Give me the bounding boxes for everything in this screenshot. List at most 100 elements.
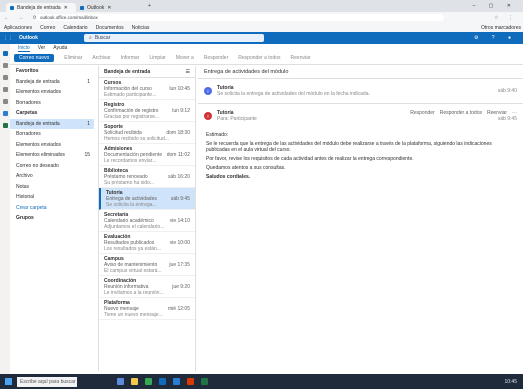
bookmark[interactable]: Documentos (96, 25, 124, 31)
word-icon[interactable] (173, 378, 180, 385)
message-time: lun 9:12 (172, 108, 190, 114)
folder-label: Borradores (16, 131, 41, 138)
delete-button[interactable]: Eliminar (64, 55, 82, 61)
outlook-icon[interactable] (159, 378, 166, 385)
bookmark[interactable]: Calendario (63, 25, 87, 31)
reading-pane: Entrega de actividades del módulo T Tuto… (198, 66, 523, 371)
thread-item-collapsed[interactable]: T Tutoría Se solicita la entrega de acti… (198, 79, 523, 104)
folder-label: Correo no deseado (16, 162, 59, 169)
taskbar-apps (117, 378, 208, 385)
message-item[interactable]: Evaluación Resultados publicados vie 10:00… (99, 232, 195, 254)
app-launcher-icon[interactable]: ⋮⋮ (3, 35, 13, 41)
forward-button[interactable]: Reenviar (291, 55, 311, 61)
folder-item[interactable]: Grupos (10, 213, 94, 224)
report-button[interactable]: Informar (121, 55, 140, 61)
todo-icon[interactable] (2, 99, 8, 104)
message-item-selected[interactable]: Tutoría Entrega de actividades sáb 9:45 Se … (99, 188, 195, 210)
email-time: sáb 9:45 (497, 116, 517, 122)
message-item[interactable]: Soporte Solicitud recibida dom 18:30 Hemos … (99, 122, 195, 144)
filter-icon[interactable]: ☰ (186, 69, 190, 75)
bookmark[interactable]: Correo (40, 25, 55, 31)
browser-tab-inbox[interactable]: Bandeja de entrada ✕ (6, 3, 76, 12)
calendar-icon[interactable] (2, 63, 8, 68)
message-item[interactable]: Cursos Información del curso lun 10:45 Esti… (99, 78, 195, 100)
excel-icon[interactable] (201, 378, 208, 385)
folder-item[interactable]: Elementos eliminados 15 (10, 150, 94, 161)
message-time: lun 10:45 (169, 86, 190, 92)
folder-item[interactable]: Carpetas (10, 108, 94, 119)
taskbar-search-input[interactable]: Escribe aquí para buscar (17, 376, 77, 387)
attach-icon[interactable] (2, 87, 8, 92)
sweep-button[interactable]: Limpiar (149, 55, 165, 61)
new-tab-icon[interactable]: + (148, 3, 151, 9)
create-folder-link[interactable]: Crear carpeta (10, 203, 94, 214)
message-preview: Le invitamos a la reunión... (104, 290, 164, 296)
message-preview: Estimado participante... (104, 92, 157, 98)
folder-item-selected[interactable]: Bandeja de entrada 1 (10, 118, 94, 129)
start-icon[interactable] (5, 378, 12, 385)
message-item[interactable]: Secretaría Calendario académico vie 14:10 A… (99, 210, 195, 232)
message-item[interactable]: Registro Confirmación de registro lun 9:12… (99, 100, 195, 122)
taskview-icon[interactable] (117, 378, 124, 385)
word-icon[interactable] (2, 111, 8, 116)
message-preview: Le recordamos enviar... (104, 158, 157, 164)
outlook-favicon-icon (80, 5, 84, 10)
move-to-button[interactable]: Mover a (176, 55, 194, 61)
browser-menu-icon[interactable]: ☆ ⋮ (494, 15, 517, 21)
new-mail-button[interactable]: Correo nuevo (14, 54, 55, 62)
file-explorer-icon[interactable] (131, 378, 138, 385)
folder-item[interactable]: Elementos enviados (10, 87, 94, 98)
message-time: jue 9:20 (172, 284, 190, 290)
message-item[interactable]: Campus Aviso de mantenimiento jue 17:35 El … (99, 254, 195, 276)
message-preview: Gracias por registrarse... (104, 114, 160, 120)
tab-view[interactable]: Ver (38, 45, 46, 51)
thread-time: sáb 9:40 (497, 88, 517, 94)
message-item[interactable]: Coordinación Reunión informativa jue 9:20 L… (99, 276, 195, 298)
folder-item[interactable]: Notas (10, 182, 94, 193)
address-bar-input[interactable] (36, 14, 444, 21)
browser-tab-bar: Bandeja de entrada ✕ Outlook ✕ + – ▢ ✕ (0, 0, 523, 12)
folder-item[interactable]: Borradores (10, 129, 94, 140)
tab-help[interactable]: Ayuda (53, 45, 67, 51)
folder-header[interactable]: Favoritos (10, 66, 94, 77)
tab-home[interactable]: Inicio (18, 45, 30, 52)
folder-label: Archivo (16, 173, 33, 180)
message-item[interactable]: Admisiones Documentación pendiente dom 11:… (99, 144, 195, 166)
bookmark[interactable]: Otros marcadores (481, 25, 521, 31)
folder-item[interactable]: Elementos enviados (10, 140, 94, 151)
folder-label: Bandeja de entrada (16, 78, 60, 85)
window-controls-icon[interactable]: – ▢ ✕ (473, 3, 517, 9)
message-preview: Hemos recibido su solicitud... (104, 136, 170, 142)
close-icon[interactable]: ✕ (107, 5, 111, 11)
folder-pane: Favoritos Bandeja de entrada 1 Elementos … (10, 66, 94, 366)
message-list: Bandeja de entrada ☰ Cursos Información d… (98, 66, 196, 371)
powerpoint-icon[interactable] (187, 378, 194, 385)
message-item[interactable]: Plataforma Nuevo mensaje mié 12:05 Tiene un… (99, 298, 195, 320)
people-icon[interactable] (2, 75, 8, 80)
bookmark[interactable]: Noticias (132, 25, 150, 31)
reply-all-button[interactable]: Responder a todos (238, 55, 280, 61)
bookmark[interactable]: Aplicaciones (4, 25, 32, 31)
folder-item[interactable]: Borradores (10, 98, 94, 109)
folder-item[interactable]: Historial (10, 192, 94, 203)
reply-button[interactable]: Responder (204, 55, 228, 61)
message-list-header: Bandeja de entrada ☰ (99, 66, 195, 78)
outlook-favicon-icon (10, 5, 14, 10)
folder-label: Elementos eliminados (16, 152, 65, 159)
folder-item[interactable]: Correo no deseado (10, 161, 94, 172)
header-tools-icon[interactable]: ⚙ ? ● (474, 35, 517, 41)
folder-item[interactable]: Bandeja de entrada 1 (10, 77, 94, 88)
browser-tab-outlook[interactable]: Outlook ✕ (76, 3, 144, 12)
excel-icon[interactable] (2, 123, 8, 128)
search-input[interactable]: ⌕ Buscar (84, 34, 264, 42)
clock: 10:45 (504, 378, 517, 385)
chrome-icon[interactable] (145, 378, 152, 385)
mail-icon[interactable] (2, 51, 8, 56)
close-icon[interactable]: ✕ (64, 5, 68, 11)
folder-item[interactable]: Archivo (10, 171, 94, 182)
archive-button[interactable]: Archivar (92, 55, 110, 61)
message-item[interactable]: Biblioteca Préstamo renovado sáb 16:20 Su p… (99, 166, 195, 188)
reply-icon[interactable]: Responder (410, 110, 434, 116)
reply-all-icon[interactable]: Responder a todos (440, 110, 482, 116)
message-time: vie 14:10 (169, 218, 190, 224)
